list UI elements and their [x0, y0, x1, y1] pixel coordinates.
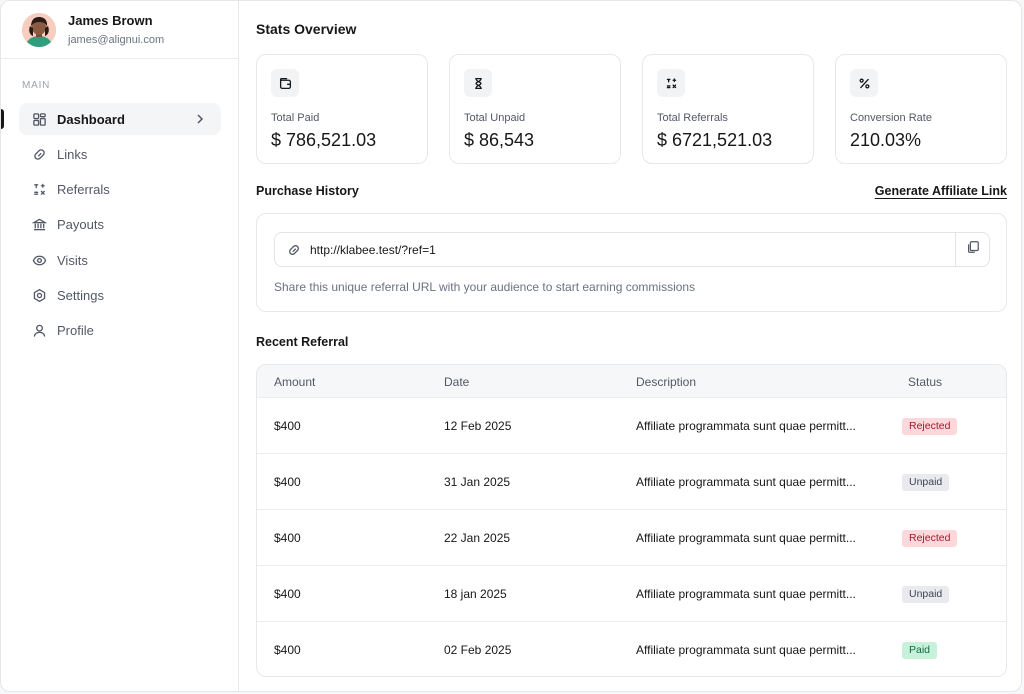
sidebar-item-label: Referrals [57, 182, 110, 198]
cell-description: Affiliate programmata sunt quae permitt.… [636, 587, 856, 601]
user-icon [31, 323, 47, 339]
stat-label: Total Referrals [657, 112, 728, 124]
link-icon [287, 243, 301, 257]
sidebar-item-visits[interactable]: Visits [19, 244, 221, 276]
gear-icon [31, 287, 47, 303]
generate-affiliate-link[interactable]: Generate Affiliate Link [875, 184, 1007, 198]
sidebar-item-dashboard[interactable]: Dashboard [19, 103, 221, 135]
stat-value: $ 86,543 [464, 130, 535, 150]
cell-description: Affiliate programmata sunt quae permitt.… [636, 475, 856, 489]
sidebar: James Brown james@alignui.com MAIN Dashb… [1, 1, 239, 691]
table-row[interactable]: $400 12 Feb 2025 Affiliate programmata s… [257, 398, 1006, 454]
user-email: james@alignui.com [68, 34, 165, 46]
copy-icon [966, 240, 980, 259]
wallet-icon [271, 69, 299, 97]
dashboard-icon [31, 111, 47, 127]
cell-date: 31 Jan 2025 [444, 475, 511, 489]
app-window: James Brown james@alignui.com MAIN Dashb… [0, 0, 1022, 692]
hourglass-icon [464, 69, 492, 97]
stat-card-conversion-rate: Conversion Rate 210.03% [835, 54, 1007, 164]
cell-description: Affiliate programmata sunt quae permitt.… [636, 531, 856, 545]
stat-value: 210.03% [850, 130, 922, 150]
link-icon [31, 146, 47, 162]
cell-date: 12 Feb 2025 [444, 419, 512, 433]
sidebar-nav: Dashboard Links Referrals Payouts Visits… [19, 103, 221, 350]
main-content: Stats Overview Total Paid $ 786,521.03 T… [239, 1, 1021, 691]
cell-amount: $400 [274, 531, 301, 545]
stat-label: Total Paid [271, 112, 320, 124]
nav-section-label: MAIN [22, 80, 51, 91]
referral-url-help-text: Share this unique referral URL with your… [274, 280, 696, 294]
stat-value: $ 6721,521.03 [657, 130, 773, 150]
referral-url-input[interactable] [310, 242, 930, 257]
table-row[interactable]: $400 22 Jan 2025 Affiliate programmata s… [257, 510, 1006, 566]
cell-amount: $400 [274, 419, 301, 433]
avatar-illustration-icon [22, 13, 56, 47]
sidebar-item-label: Payouts [57, 217, 104, 233]
copy-url-button[interactable] [955, 232, 990, 267]
stats-overview-title: Stats Overview [256, 21, 357, 37]
table-row[interactable]: $400 31 Jan 2025 Affiliate programmata s… [257, 454, 1006, 510]
sidebar-item-label: Visits [57, 252, 88, 268]
cell-date: 22 Jan 2025 [444, 531, 511, 545]
status-badge: Unpaid [902, 474, 950, 491]
sidebar-item-label: Links [57, 146, 88, 162]
avatar [22, 13, 56, 47]
column-header-amount[interactable]: Amount [274, 375, 315, 389]
stat-card-total-referrals: Total Referrals $ 6721,521.03 [642, 54, 814, 164]
percent-icon [850, 69, 878, 97]
status-badge: Unpaid [902, 586, 950, 603]
cell-date: 18 jan 2025 [444, 587, 507, 601]
stat-label: Total Unpaid [464, 112, 526, 124]
sidebar-item-referrals[interactable]: Referrals [19, 174, 221, 206]
referrals-icon [657, 69, 685, 97]
stat-label: Conversion Rate [850, 112, 932, 124]
status-badge: Paid [902, 642, 938, 659]
page-frame: James Brown james@alignui.com MAIN Dashb… [0, 0, 1024, 694]
active-indicator [1, 109, 4, 129]
cell-amount: $400 [274, 587, 301, 601]
bank-icon [31, 217, 47, 233]
referral-url-field[interactable] [274, 232, 955, 267]
table-header: Amount Date Description Status [257, 365, 1006, 398]
stat-card-total-paid: Total Paid $ 786,521.03 [256, 54, 428, 164]
sidebar-item-label: Settings [57, 287, 104, 303]
column-header-date[interactable]: Date [444, 375, 469, 389]
cell-description: Affiliate programmata sunt quae permitt.… [636, 419, 856, 433]
sidebar-item-links[interactable]: Links [19, 138, 221, 170]
column-header-description[interactable]: Description [636, 375, 696, 389]
referral-url-panel: Share this unique referral URL with your… [256, 213, 1007, 312]
table-row[interactable]: $400 18 jan 2025 Affiliate programmata s… [257, 566, 1006, 622]
stat-value: $ 786,521.03 [271, 130, 377, 150]
column-header-status[interactable]: Status [908, 375, 942, 389]
status-badge: Rejected [902, 530, 958, 547]
referrals-icon [31, 182, 47, 198]
chevron-right-icon [193, 112, 207, 126]
eye-icon [31, 252, 47, 268]
recent-referral-table: Amount Date Description Status $400 12 F… [256, 364, 1007, 677]
sidebar-item-payouts[interactable]: Payouts [19, 209, 221, 241]
user-profile-card[interactable]: James Brown james@alignui.com [1, 1, 238, 59]
cell-date: 02 Feb 2025 [444, 643, 512, 657]
cell-amount: $400 [274, 475, 301, 489]
sidebar-item-profile[interactable]: Profile [19, 315, 221, 347]
cell-description: Affiliate programmata sunt quae permitt.… [636, 643, 856, 657]
sidebar-item-label: Dashboard [57, 111, 125, 127]
status-badge: Rejected [902, 418, 958, 435]
stat-card-total-unpaid: Total Unpaid $ 86,543 [449, 54, 621, 164]
cell-amount: $400 [274, 643, 301, 657]
table-row[interactable]: $400 02 Feb 2025 Affiliate programmata s… [257, 622, 1006, 676]
sidebar-item-settings[interactable]: Settings [19, 279, 221, 311]
recent-referral-title: Recent Referral [256, 335, 349, 349]
user-name: James Brown [68, 13, 153, 28]
purchase-history-title: Purchase History [256, 184, 359, 198]
sidebar-item-label: Profile [57, 323, 94, 339]
